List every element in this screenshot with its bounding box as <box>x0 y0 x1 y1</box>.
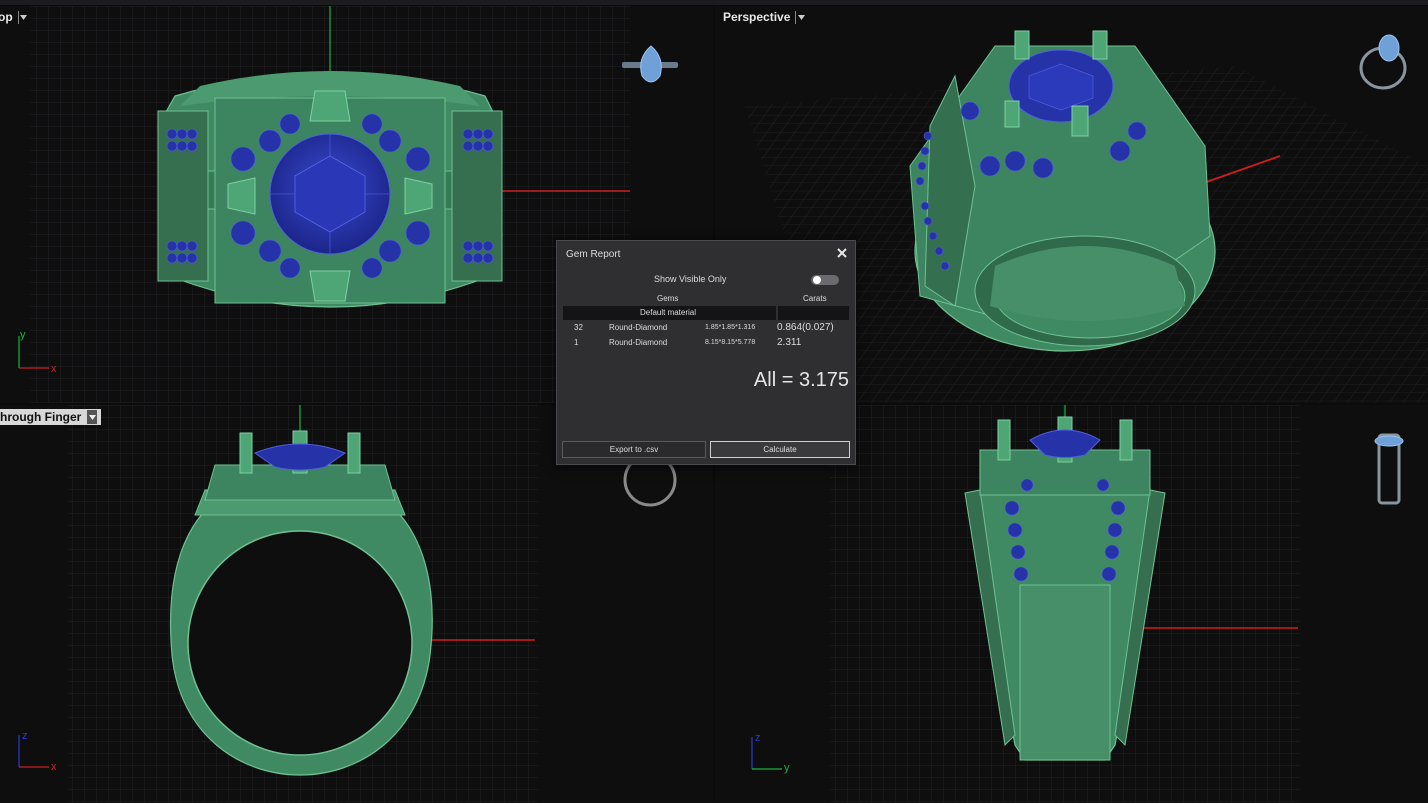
viewport-title-perspective-label: Perspective <box>723 10 791 24</box>
show-visible-only-label: Show Visible Only <box>654 274 727 284</box>
table-row[interactable]: 1 Round-Diamond 8.15*8.15*5.778 2.311 <box>563 337 849 352</box>
close-icon[interactable] <box>836 246 848 258</box>
show-visible-only-toggle[interactable] <box>811 275 839 285</box>
gem-count: 1 <box>574 338 579 347</box>
table-row[interactable]: 32 Round-Diamond 1.85*1.85*1.316 0.864(0… <box>563 322 849 337</box>
chevron-down-icon[interactable] <box>795 10 806 24</box>
gem-name: Round-Diamond <box>609 323 668 332</box>
calculate-button[interactable]: Calculate <box>710 441 850 458</box>
viewport-title-front[interactable]: hrough Finger <box>0 409 102 425</box>
axis-z-label: z <box>755 732 761 744</box>
total-carats: All = 3.175 <box>753 369 849 391</box>
axis-y-label: y <box>20 329 26 341</box>
chevron-down-icon[interactable] <box>17 10 29 24</box>
gem-count: 32 <box>574 323 583 332</box>
viewport-title-perspective[interactable]: Perspective <box>723 10 806 24</box>
material-label: Default material <box>640 308 697 317</box>
axis-x-label: x <box>51 363 57 375</box>
export-csv-button[interactable]: Export to .csv <box>562 441 706 458</box>
column-header-carats: Carats <box>803 294 827 303</box>
viewport-title-top[interactable]: op <box>0 10 29 24</box>
column-divider <box>776 306 778 320</box>
gem-dimensions: 1.85*1.85*1.316 <box>705 324 756 331</box>
column-header-gems: Gems <box>657 294 679 303</box>
gem-dimensions: 8.15*8.15*5.778 <box>705 339 756 346</box>
gem-report-dialog[interactable]: Gem Report Show Visible Only Gems Carats… <box>556 240 856 465</box>
chevron-down-icon[interactable] <box>87 410 98 424</box>
axis-x-label: x <box>51 761 57 773</box>
gem-carats: 2.311 <box>777 337 802 348</box>
viewport-title-top-label: op <box>0 10 13 24</box>
axis-z-label: z <box>22 730 28 742</box>
gem-carats: 0.864(0.027) <box>777 322 834 333</box>
viewport-title-front-label: hrough Finger <box>0 410 82 424</box>
axis-y-label: y <box>784 762 790 774</box>
toggle-knob <box>813 276 821 284</box>
material-group-row: Default material <box>563 306 849 320</box>
gem-name: Round-Diamond <box>609 338 668 347</box>
dialog-title: Gem Report <box>566 249 621 260</box>
top-bar <box>0 0 1428 5</box>
